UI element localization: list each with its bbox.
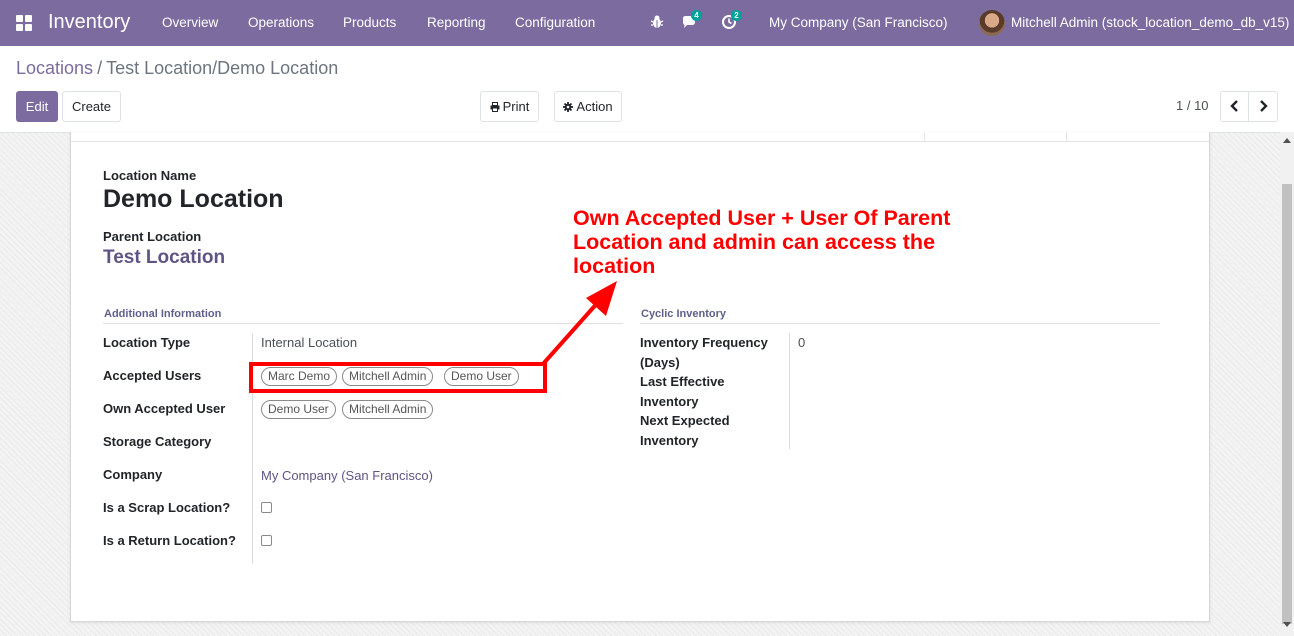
annotation-arrow-icon [541,281,617,366]
annotation-text: Own Accepted User + User Of Parent Locat… [573,206,1013,278]
annotation-line-1: Own Accepted User + User Of Parent [573,206,951,230]
annotation-line-2: Location and admin can access the [573,230,936,254]
annotation-line-3: location [573,254,656,278]
